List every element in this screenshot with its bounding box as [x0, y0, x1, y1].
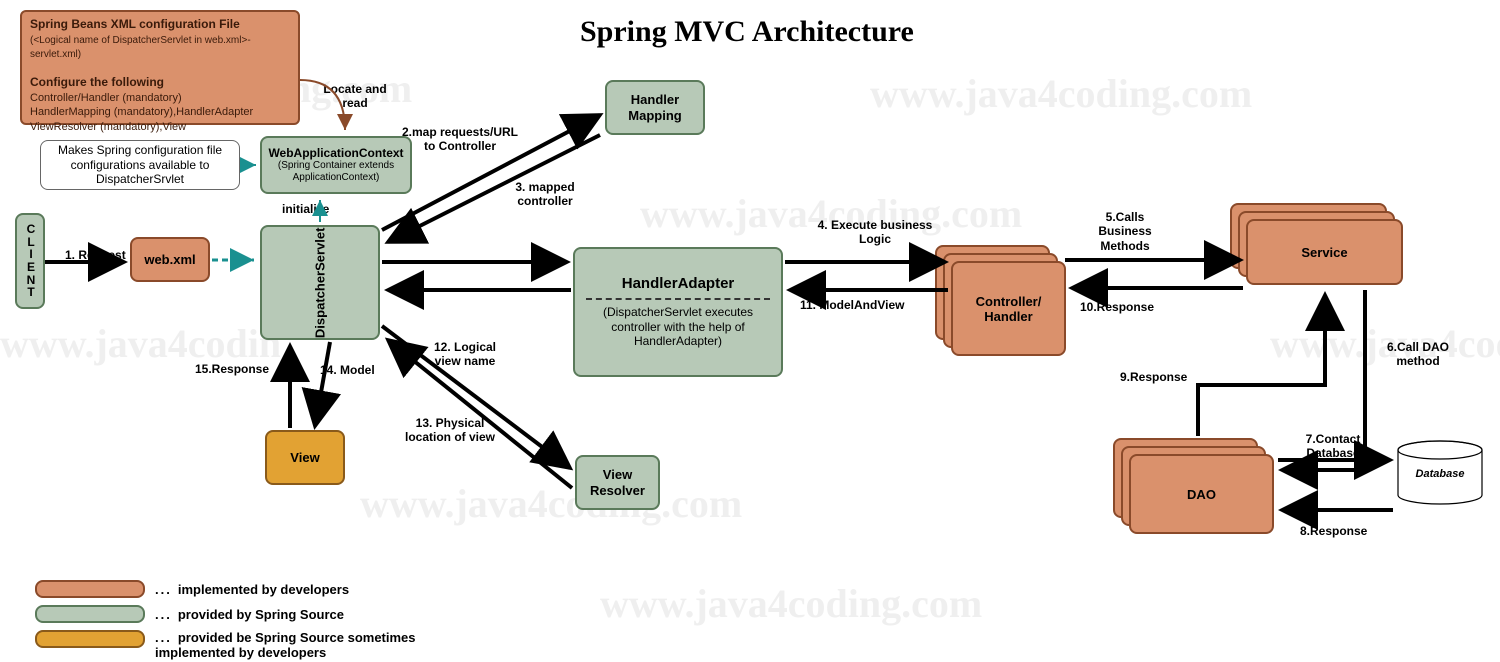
makes-config-box: Makes Spring configuration file configur… [40, 140, 240, 190]
legend-swatch-green [35, 605, 145, 623]
web-application-context-box: WebApplicationContext (Spring Container … [260, 136, 412, 194]
client-box: CLIENT [15, 213, 45, 309]
label-step-9: 9.Response [1120, 370, 1187, 384]
legend-spring: ...provided by Spring Source [35, 605, 344, 623]
legend-mixed: ...provided be Spring Source sometimes i… [35, 630, 455, 660]
label-step-11: 11. ModelAndView [800, 298, 904, 312]
watermark: www.java4coding.com [600, 580, 982, 627]
dispatcher-servlet-box: DispatcherServlet [260, 225, 380, 340]
database-cylinder: Database [1395, 440, 1485, 510]
watermark: www.java4coding.com [870, 70, 1252, 117]
legend-swatch-orange [35, 580, 145, 598]
dispatcher-label: DispatcherServlet [312, 227, 328, 338]
dao-stack: DAO [1113, 438, 1283, 543]
legend-swatch-yellow [35, 630, 145, 648]
label-step-14: 14. Model [320, 363, 375, 377]
handler-mapping-box: Handler Mapping [605, 80, 705, 135]
label-step-2: 2.map requests/URL to Controller [395, 125, 525, 154]
label-step-5: 5.Calls Business Methods [1085, 210, 1165, 253]
watermark: www.java4coding.com [360, 480, 742, 527]
watermark: www.java4coding.com [0, 320, 280, 367]
wac-sub: (Spring Container extends ApplicationCon… [264, 160, 408, 184]
page-title: Spring MVC Architecture [580, 15, 914, 49]
handler-adapter-title: HandlerAdapter [622, 275, 735, 293]
label-step-15: 15.Response [195, 362, 269, 376]
label-step-7: 7.Contact Database [1298, 432, 1368, 461]
legend-mixed-text: provided be Spring Source sometimes impl… [155, 630, 416, 660]
label-step-8: 8.Response [1300, 524, 1367, 538]
info-line-3: ViewResolver (mandatory),View [30, 121, 186, 133]
wac-title: WebApplicationContext [268, 146, 403, 160]
dao-box: DAO [1129, 454, 1274, 534]
info-line-1: Controller/Handler (mandatory) [30, 92, 182, 104]
legend-dev-text: implemented by developers [178, 582, 349, 597]
info-title-1: Spring Beans XML configuration File [30, 17, 240, 31]
label-step-6: 6.Call DAO method [1378, 340, 1458, 369]
label-initialize: initialize [282, 202, 329, 216]
webxml-box: web.xml [130, 237, 210, 282]
label-step-4: 4. Execute business Logic [810, 218, 940, 247]
service-box: Service [1246, 219, 1403, 285]
legend-dev: ...implemented by developers [35, 580, 349, 598]
controller-stack: Controller/ Handler [935, 245, 1065, 360]
label-step-3: 3. mapped controller [500, 180, 590, 209]
handler-adapter-box: HandlerAdapter (DispatcherServlet execut… [573, 247, 783, 377]
label-locate: Locate and read [320, 82, 390, 111]
view-resolver-box: View Resolver [575, 455, 660, 510]
label-step-10: 10.Response [1080, 300, 1154, 314]
client-label: CLIENT [27, 223, 34, 299]
label-step-12: 12. Logical view name [420, 340, 510, 369]
service-stack: Service [1230, 203, 1405, 303]
label-step-1: 1. Request [65, 248, 126, 262]
database-label: Database [1395, 468, 1485, 480]
legend-spring-text: provided by Spring Source [178, 607, 344, 622]
info-line-2: HandlerMapping (mandatory),HandlerAdapte… [30, 106, 253, 118]
info-box: Spring Beans XML configuration File (<Lo… [20, 10, 300, 125]
info-subtitle-1: (<Logical name of DispatcherServlet in w… [30, 35, 251, 60]
controller-box: Controller/ Handler [951, 261, 1066, 356]
view-box: View [265, 430, 345, 485]
info-title-2: Configure the following [30, 75, 164, 89]
handler-adapter-sub: (DispatcherServlet executes controller w… [581, 305, 775, 348]
label-step-13: 13. Physical location of view [395, 416, 505, 445]
